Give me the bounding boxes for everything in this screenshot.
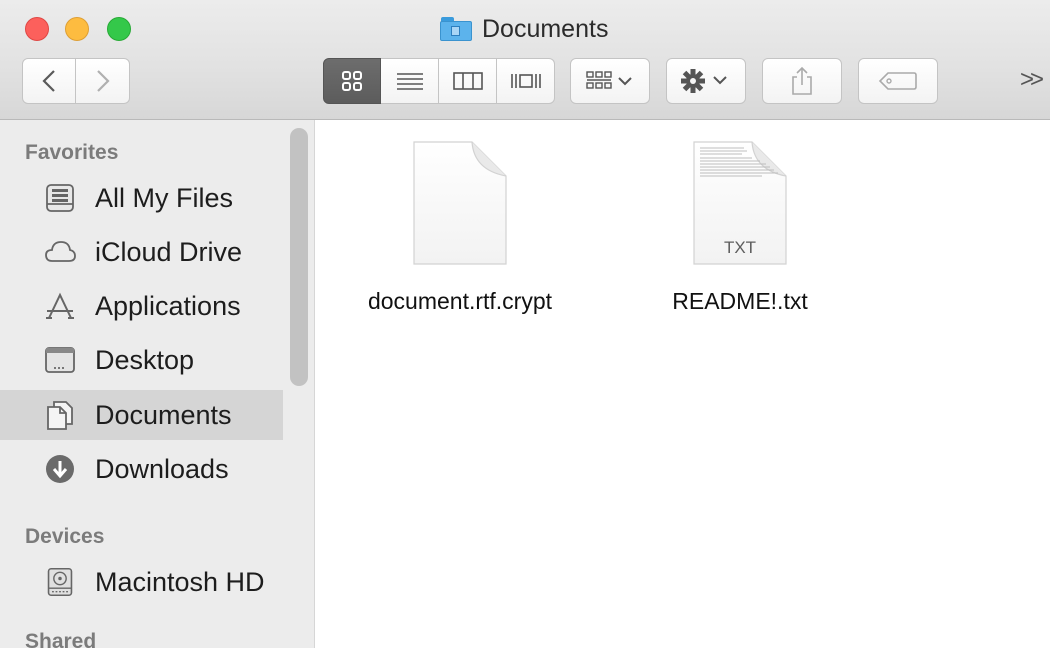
arrange-icon — [586, 71, 632, 89]
sidebar-scrollbar[interactable] — [290, 128, 308, 386]
sidebar-item-all-my-files[interactable]: All My Files — [0, 173, 283, 223]
all-my-files-icon — [46, 184, 74, 212]
sidebar-item-label: Downloads — [95, 453, 229, 484]
sidebar-item-label: iCloud Drive — [95, 236, 243, 267]
window-title-text: Documents — [482, 14, 609, 43]
sidebar-item-label: Documents — [95, 399, 232, 430]
action-button[interactable] — [666, 58, 746, 104]
sidebar-section-devices: Devices — [25, 525, 105, 548]
window-title: Documents — [440, 14, 608, 44]
sidebar-item-desktop[interactable]: Desktop — [0, 335, 283, 385]
download-icon — [46, 455, 74, 483]
folder-icon — [440, 17, 472, 41]
view-mode-control — [323, 58, 555, 104]
coverflow-view-button[interactable] — [497, 58, 555, 104]
icon-view-button[interactable] — [323, 58, 381, 104]
forward-button[interactable] — [76, 58, 130, 104]
grid-icon — [342, 71, 362, 91]
close-window-button[interactable] — [25, 17, 49, 41]
chevron-right-icon — [96, 70, 110, 92]
sidebar-item-label: Macintosh HD — [95, 566, 265, 597]
applications-icon — [46, 292, 74, 319]
sidebar-item-applications[interactable]: Applications — [0, 281, 283, 331]
list-view-button[interactable] — [381, 58, 439, 104]
zoom-window-button[interactable] — [107, 17, 131, 41]
sidebar-item-icloud-drive[interactable]: iCloud Drive — [0, 227, 283, 277]
list-icon — [396, 73, 423, 90]
chevron-left-icon — [42, 70, 55, 92]
title-bar: Documents >> — [0, 0, 1050, 120]
file-item[interactable]: document.rtf.crypt — [360, 140, 560, 315]
sidebar-item-macintosh-hd[interactable]: Macintosh HD — [0, 557, 283, 607]
sidebar-item-downloads[interactable]: Downloads — [0, 444, 283, 494]
sidebar-item-label: Desktop — [95, 344, 195, 375]
file-name: README!.txt — [672, 288, 808, 314]
sidebar-item-documents[interactable]: Documents — [0, 390, 283, 440]
file-item[interactable]: TXT README!.txt — [640, 140, 840, 315]
file-type-label: TXT — [723, 238, 757, 257]
hard-drive-icon — [47, 567, 73, 597]
sidebar-item-label: Applications — [95, 290, 241, 321]
sidebar-item-label: All My Files — [95, 182, 234, 213]
finder-window: Documents >> Favorites All My Files iClo… — [0, 0, 1050, 648]
cloud-icon — [45, 241, 76, 262]
column-view-button[interactable] — [439, 58, 497, 104]
sidebar: Favorites All My Files iCloud Drive Appl… — [0, 120, 315, 648]
arrange-button[interactable] — [570, 58, 650, 104]
desktop-icon — [45, 347, 75, 373]
text-document-icon: TXT — [692, 140, 788, 266]
gear-icon — [681, 69, 727, 93]
back-button[interactable] — [22, 58, 76, 104]
minimize-window-button[interactable] — [65, 17, 89, 41]
documents-icon — [47, 401, 73, 430]
sidebar-section-favorites: Favorites — [25, 141, 119, 164]
tags-button[interactable] — [858, 58, 938, 104]
tag-icon — [878, 72, 917, 90]
file-browser-content: document.rtf.crypt TXT README!.txt — [315, 120, 1050, 648]
share-button[interactable] — [762, 58, 842, 104]
sidebar-section-shared: Shared — [25, 630, 97, 648]
toolbar-overflow-button[interactable]: >> — [1020, 66, 1044, 94]
coverflow-icon — [510, 74, 541, 88]
share-icon — [792, 66, 812, 95]
columns-icon — [452, 72, 483, 90]
blank-document-icon — [412, 140, 508, 266]
file-name: document.rtf.crypt — [367, 288, 553, 314]
